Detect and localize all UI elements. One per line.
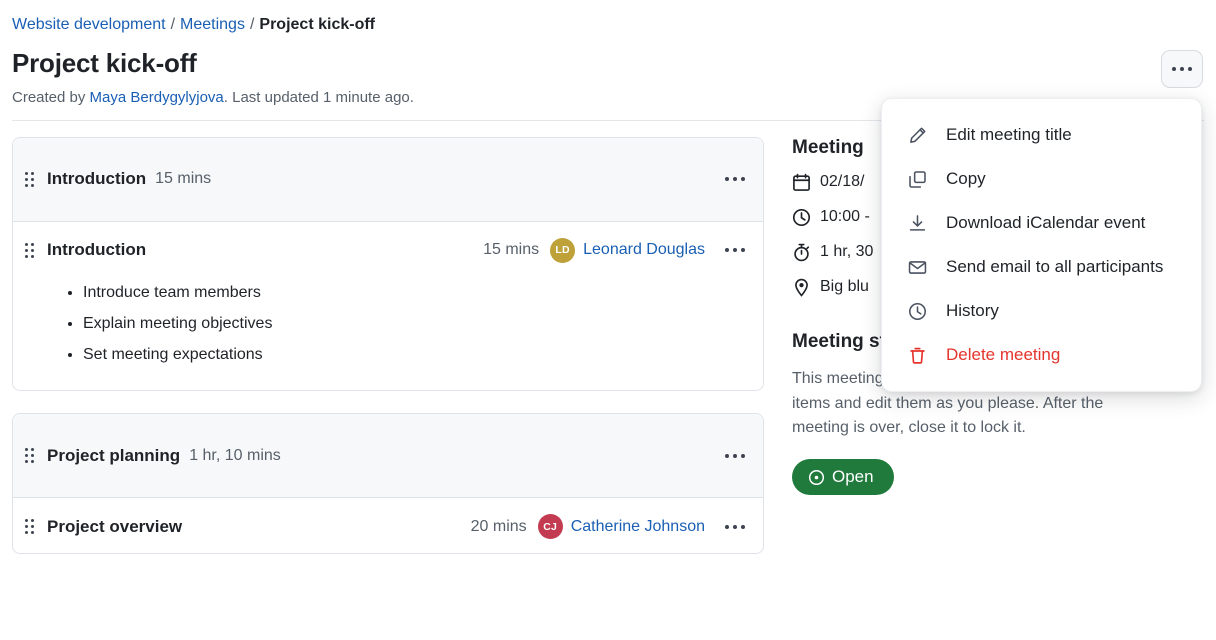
ellipsis-icon — [741, 177, 745, 182]
breadcrumb-item-0[interactable]: Website development — [12, 16, 166, 33]
agenda-item: Introduction 15 mins LD Leonard Douglas … — [13, 222, 763, 391]
agenda-section-duration: 15 mins — [155, 170, 212, 188]
meeting-location-value: Big blu — [820, 278, 869, 296]
agenda-item-owner-link[interactable]: Catherine Johnson — [571, 518, 705, 536]
agenda-item-meta: 15 mins LD Leonard Douglas — [483, 237, 747, 263]
menu-item-label: Edit meeting title — [946, 125, 1072, 144]
pencil-icon — [906, 124, 928, 146]
menu-item-label: Send email to all participants — [946, 257, 1164, 276]
list-item: Introduce team members — [83, 277, 747, 308]
ellipsis-icon — [733, 177, 737, 182]
agenda-item-duration: 20 mins — [470, 517, 527, 535]
agenda-item-duration: 15 mins — [483, 241, 540, 259]
agenda-item-menu-button[interactable] — [723, 519, 747, 535]
clock-icon — [906, 300, 928, 322]
drag-handle-icon[interactable] — [25, 448, 34, 464]
list-item: Explain meeting objectives — [83, 308, 747, 339]
agenda-item: Project overview 20 mins CJ Catherine Jo… — [13, 498, 763, 553]
breadcrumb-item-current: Project kick-off — [259, 16, 375, 33]
stopwatch-icon — [792, 243, 811, 262]
dot-circle-icon — [808, 469, 825, 486]
page-header: Website development / Meetings / Project kic… — [0, 0, 1216, 106]
agenda-section: Project planning 1 hr, 10 mins Project o… — [12, 413, 764, 555]
ellipsis-icon — [741, 524, 745, 529]
agenda-section-title: Introduction — [47, 169, 147, 189]
menu-item-download-icalendar-event[interactable]: Download iCalendar event — [882, 201, 1201, 245]
breadcrumb-separator: / — [170, 16, 176, 33]
list-item: Set meeting expectations — [83, 339, 747, 370]
drag-handle-icon[interactable] — [25, 242, 34, 258]
menu-item-label: Copy — [946, 169, 986, 188]
ellipsis-icon — [733, 248, 737, 253]
ellipsis-icon — [1172, 67, 1176, 71]
agenda-section-title: Project planning — [47, 445, 181, 465]
ellipsis-icon — [741, 453, 745, 458]
menu-item-label: History — [946, 301, 999, 320]
clock-icon — [792, 208, 811, 227]
ellipsis-icon — [741, 248, 745, 253]
avatar: CJ — [537, 514, 563, 540]
ellipsis-icon — [725, 453, 729, 458]
created-by-prefix: Created by — [12, 88, 90, 106]
avatar: LD — [550, 237, 576, 263]
trash-icon — [906, 344, 928, 366]
status-badge-label: Open — [832, 467, 874, 487]
agenda-section-duration: 1 hr, 10 mins — [189, 446, 281, 464]
breadcrumb-item-1[interactable]: Meetings — [180, 16, 245, 33]
meeting-duration-value: 1 hr, 30 — [820, 243, 874, 261]
agenda-item-meta: 20 mins CJ Catherine Johnson — [470, 514, 747, 540]
ellipsis-icon — [1180, 67, 1184, 71]
ellipsis-icon — [733, 524, 737, 529]
meeting-actions-menu: Edit meeting title Copy Download iCalend… — [881, 98, 1202, 392]
breadcrumb: Website development / Meetings / Project kic… — [12, 14, 1204, 36]
agenda-item-menu-button[interactable] — [723, 242, 747, 258]
agenda-section-menu-button[interactable] — [723, 448, 747, 464]
menu-item-edit-meeting-title[interactable]: Edit meeting title — [882, 113, 1201, 157]
meeting-date-value: 02/18/ — [820, 173, 865, 191]
agenda-item-owner-link[interactable]: Leonard Douglas — [583, 241, 705, 259]
ellipsis-icon — [725, 177, 729, 182]
agenda-section-header: Project planning 1 hr, 10 mins — [13, 414, 763, 499]
download-icon — [906, 212, 928, 234]
status-badge[interactable]: Open — [792, 459, 894, 496]
ellipsis-icon — [725, 524, 729, 529]
menu-item-label: Delete meeting — [946, 345, 1061, 364]
drag-handle-icon[interactable] — [25, 519, 34, 535]
menu-item-copy[interactable]: Copy — [882, 157, 1201, 201]
ellipsis-icon — [1188, 67, 1192, 71]
meeting-actions-button[interactable] — [1161, 50, 1203, 88]
agenda-item-bullets: Introduce team members Explain meeting o… — [25, 277, 747, 371]
drag-handle-icon[interactable] — [25, 171, 34, 187]
menu-item-history[interactable]: History — [882, 289, 1201, 333]
agenda-section-menu-button[interactable] — [723, 171, 747, 187]
ellipsis-icon — [725, 248, 729, 253]
calendar-icon — [792, 173, 811, 192]
agenda-section: Introduction 15 mins Introduction 15 min… — [12, 136, 764, 392]
page-title: Project kick-off — [12, 47, 197, 78]
copy-icon — [906, 168, 928, 190]
location-pin-icon — [792, 278, 811, 297]
menu-item-label: Download iCalendar event — [946, 213, 1146, 232]
menu-item-delete-meeting[interactable]: Delete meeting — [882, 333, 1201, 377]
author-link[interactable]: Maya Berdygylyjova — [90, 89, 224, 106]
agenda-item-row: Project overview 20 mins CJ Catherine Jo… — [25, 514, 747, 540]
meeting-time-value: 10:00 - — [820, 208, 870, 226]
agenda-column: Introduction 15 mins Introduction 15 min… — [12, 136, 764, 577]
envelope-icon — [906, 256, 928, 278]
agenda-item-row: Introduction 15 mins LD Leonard Douglas — [25, 237, 747, 263]
breadcrumb-separator: / — [249, 16, 255, 33]
last-updated-text: . Last updated 1 minute ago. — [223, 88, 414, 106]
agenda-section-header: Introduction 15 mins — [13, 137, 763, 222]
agenda-item-title: Introduction — [47, 240, 147, 260]
menu-item-send-email-to-all-participants[interactable]: Send email to all participants — [882, 245, 1201, 289]
ellipsis-icon — [733, 453, 737, 458]
agenda-item-title: Project overview — [47, 516, 183, 536]
